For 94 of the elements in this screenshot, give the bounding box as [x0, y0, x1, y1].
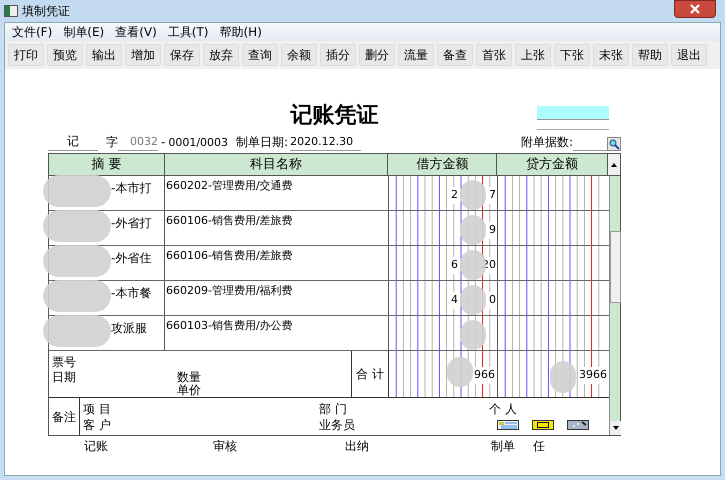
window-title: 填制凭证: [22, 3, 70, 20]
voucher-title: 记账凭证: [290, 100, 378, 130]
column-header: 借方金额: [388, 154, 498, 175]
page-number: 0001/0003: [168, 134, 228, 150]
amount-text: 2: [451, 187, 458, 204]
department-label: 部 门: [319, 401, 347, 418]
app-icon: [4, 5, 18, 17]
scroll-up-button[interactable]: [608, 154, 620, 175]
column-header: 科目名称: [164, 154, 388, 175]
menu-item[interactable]: 查看(V): [112, 23, 160, 41]
separator: -: [161, 134, 166, 151]
blur-patch: [43, 210, 111, 242]
down-arrow-icon[interactable]: [612, 426, 618, 430]
card-icon[interactable]: [532, 420, 554, 430]
toolbar-button[interactable]: 增加: [125, 44, 161, 66]
person-label: 个 人: [489, 401, 517, 418]
blur-patch: [43, 315, 111, 347]
signature-label: 出纳: [345, 438, 369, 455]
total-amount: 966: [474, 367, 495, 384]
toolbar-button[interactable]: 余额: [281, 44, 317, 66]
quantity-label: 数量: [177, 369, 201, 384]
signature-label: 记账: [84, 438, 108, 455]
toolbar-button[interactable]: 插分: [320, 44, 356, 66]
summary-text: -本市打: [111, 180, 152, 197]
notes-label: 备注: [49, 398, 80, 435]
account-cell[interactable]: 660106-销售费用/差旅费: [165, 211, 389, 245]
blur-patch: [460, 285, 486, 315]
menu-item[interactable]: 帮助(H): [216, 23, 265, 41]
account-cell[interactable]: 660106-销售费用/差旅费: [165, 246, 389, 280]
project-label: 项 目: [83, 401, 111, 418]
voucher-type-label: 字: [106, 134, 118, 151]
search-button[interactable]: [607, 137, 621, 151]
amount-text: 4: [451, 292, 458, 308]
note-card-icon[interactable]: [497, 420, 519, 430]
scroll-down-button[interactable]: [610, 421, 621, 435]
voucher-number[interactable]: 0032: [118, 134, 158, 151]
highlight-field: [537, 106, 609, 120]
menu-item[interactable]: 文件(F): [9, 23, 56, 41]
date-label: 制单日期:: [236, 134, 288, 151]
toolbar-button[interactable]: 末张: [593, 44, 629, 66]
toolbar-button[interactable]: 输出: [86, 44, 122, 66]
amount-text: 0: [489, 292, 496, 308]
summary-text: -外省打: [111, 215, 152, 232]
amount-text: 6: [451, 257, 458, 274]
summary-text: -外省住: [111, 250, 152, 267]
signature-label: 审核: [213, 438, 237, 455]
customer-label: 客 户: [83, 417, 111, 434]
amount-text: 7: [489, 187, 496, 204]
price-label: 单价: [177, 383, 201, 397]
toolbar-button[interactable]: 打印: [8, 44, 44, 66]
summary-text: -本市餐: [111, 285, 152, 302]
menu-item[interactable]: 工具(T): [164, 23, 212, 41]
toolbar-button[interactable]: 帮助: [632, 44, 668, 66]
blur-patch: [550, 361, 576, 393]
summary-text: 攻派服: [111, 320, 147, 337]
toolbar-button[interactable]: 流量: [398, 44, 434, 66]
toolbar-button[interactable]: 放弃: [203, 44, 239, 66]
blur-patch: [460, 180, 486, 210]
scroll-thumb[interactable]: [610, 231, 621, 303]
date-field[interactable]: 2020.12.30: [290, 134, 362, 151]
amount-text: 9: [489, 222, 496, 238]
toolbar-button[interactable]: 下张: [554, 44, 590, 66]
close-icon[interactable]: [689, 4, 701, 14]
menu-item[interactable]: 制单(E): [60, 23, 108, 41]
blur-patch: [43, 280, 111, 312]
toolbar-button[interactable]: 退出: [671, 44, 707, 66]
attachments-label: 附单据数:: [520, 134, 573, 151]
voucher-type[interactable]: 记: [48, 132, 98, 151]
date-label: 日期: [52, 369, 76, 386]
pen-icon[interactable]: [567, 420, 589, 430]
salesperson-label: 业务员: [319, 417, 355, 434]
total-amount: 3966: [579, 367, 607, 384]
scrollbar[interactable]: [609, 176, 620, 435]
toolbar-button[interactable]: 查询: [242, 44, 278, 66]
up-arrow-icon[interactable]: [611, 162, 618, 166]
toolbar-button[interactable]: 首张: [476, 44, 512, 66]
toolbar-button[interactable]: 上张: [515, 44, 551, 66]
blur-patch: [447, 357, 473, 387]
toolbar-button[interactable]: 删分: [359, 44, 395, 66]
total-label: 合 计: [352, 351, 389, 397]
account-cell[interactable]: 660202-管理费用/交通费: [165, 176, 389, 210]
account-cell[interactable]: 660103-销售费用/办公费: [165, 316, 389, 350]
blur-patch: [43, 245, 111, 277]
account-cell[interactable]: 660209-管理费用/福利费: [165, 281, 389, 315]
close-button[interactable]: [674, 0, 716, 18]
signature-label: 任: [533, 438, 545, 455]
blur-patch: [460, 320, 486, 350]
blur-patch: [460, 215, 486, 245]
toolbar-button[interactable]: 保存: [164, 44, 200, 66]
blur-patch: [43, 175, 111, 207]
signature-label: 制单: [491, 438, 515, 455]
ticket-label: 票号: [52, 354, 76, 371]
toolbar-button[interactable]: 预览: [47, 44, 83, 66]
toolbar-button[interactable]: 备查: [437, 44, 473, 66]
